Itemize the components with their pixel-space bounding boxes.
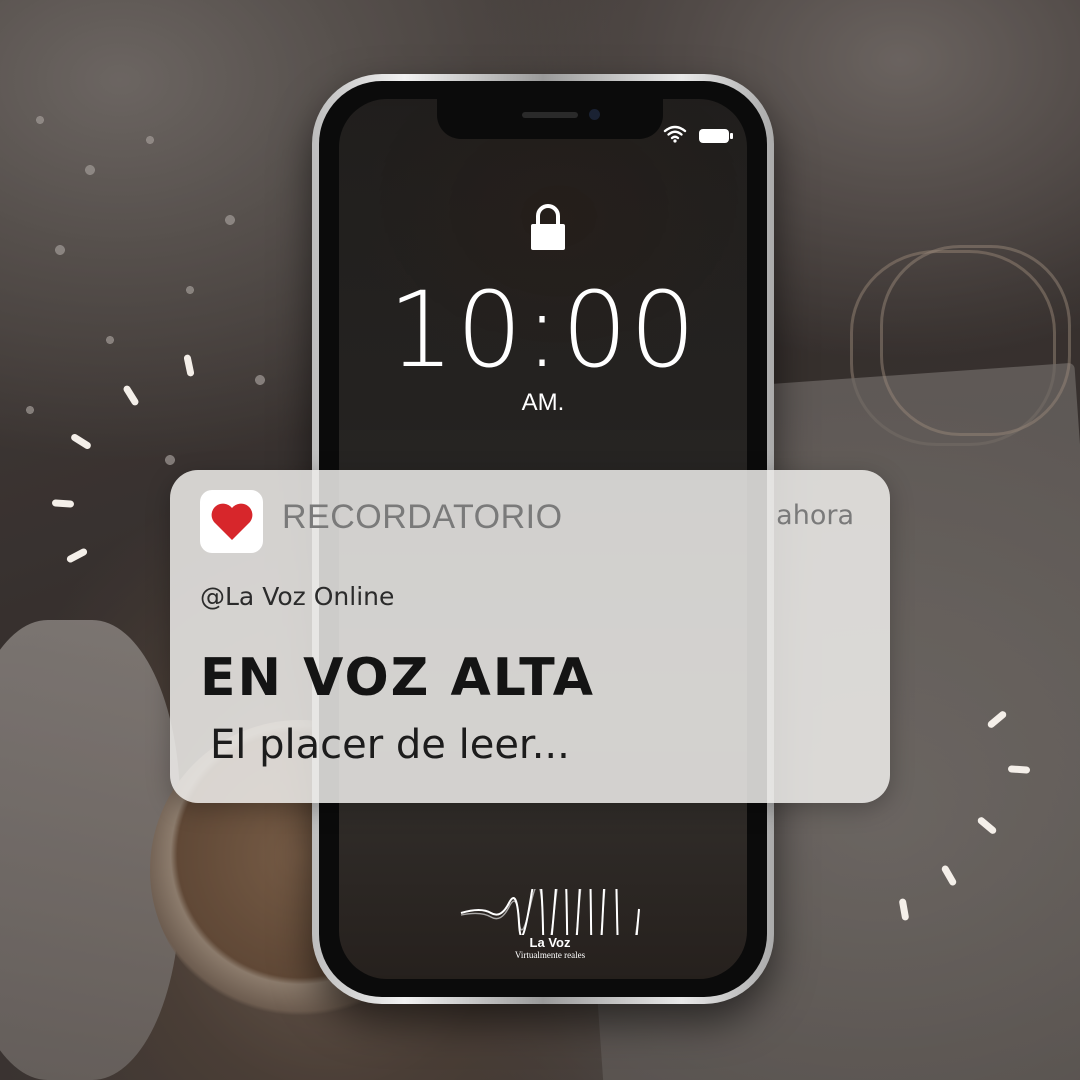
phone-notch xyxy=(437,99,663,139)
sparkle-mark xyxy=(976,815,998,836)
front-camera xyxy=(589,109,600,120)
sparkle-mark xyxy=(898,898,910,921)
speaker-grille xyxy=(522,112,578,118)
sound-wave-icon xyxy=(460,806,640,979)
sparkle-mark xyxy=(69,432,93,451)
clock-time: 10:00 xyxy=(388,269,698,391)
sparkle-mark xyxy=(122,384,140,407)
sparkle-mark xyxy=(940,864,958,887)
sparkle-mark xyxy=(183,354,195,377)
notification-card[interactable]: RECORDATORIO ahora @La Voz Online EN VOZ… xyxy=(170,470,890,803)
sparkle-mark xyxy=(1007,765,1031,774)
battery-icon xyxy=(699,129,733,143)
brand-tagline: Virtualmente reales xyxy=(514,950,586,960)
notification-handle: @La Voz Online xyxy=(200,582,395,611)
brand-logo: La Voz Virtualmente reales xyxy=(457,806,643,979)
status-bar xyxy=(663,125,733,147)
sparkle-mark xyxy=(65,547,89,564)
sparkle-mark xyxy=(986,709,1008,730)
notification-time: ahora xyxy=(776,500,854,531)
wifi-icon xyxy=(663,125,687,147)
lock-icon xyxy=(529,203,567,255)
notification-body: El placer de leer... xyxy=(210,722,570,768)
sparkle-mark xyxy=(51,499,75,508)
clock-ampm: AM. xyxy=(521,389,565,416)
heart-icon xyxy=(200,490,263,553)
notification-title: EN VOZ ALTA xyxy=(200,648,595,708)
brand-name: La Voz xyxy=(529,935,571,950)
notification-app-name: RECORDATORIO xyxy=(282,498,563,536)
